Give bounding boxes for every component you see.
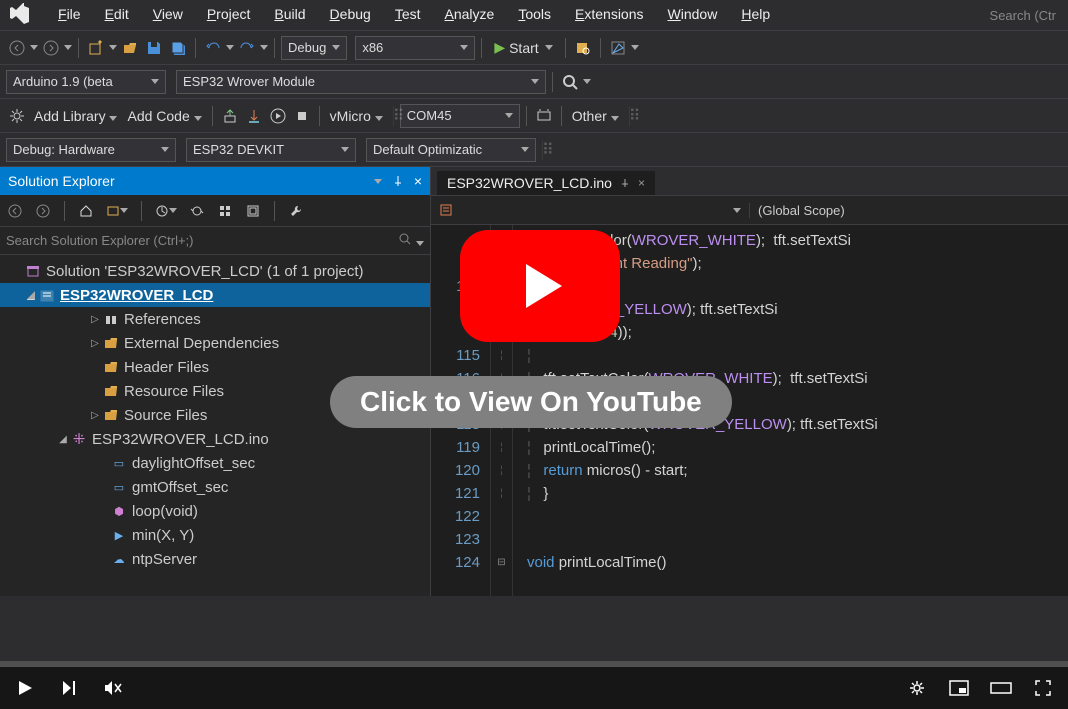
- wrench-icon[interactable]: [285, 199, 307, 223]
- close-icon[interactable]: ×: [638, 176, 645, 190]
- toolbar-arduino-board: Arduino 1.9 (beta ESP32 Wrover Module: [0, 64, 1068, 98]
- solution-search-input[interactable]: Search Solution Explorer (Ctrl+;): [0, 227, 430, 255]
- other-menu[interactable]: Other: [568, 108, 623, 124]
- toolbar-debug-opts: Debug: Hardware ESP32 DEVKIT Default Opt…: [0, 132, 1068, 166]
- menu-bar: FileEditViewProjectBuildDebugTestAnalyze…: [0, 0, 1068, 30]
- menu-edit[interactable]: Edit: [93, 2, 141, 26]
- pin-icon[interactable]: [392, 175, 404, 187]
- member-node[interactable]: ▶min(X, Y): [0, 523, 430, 547]
- next-icon[interactable]: [58, 677, 80, 699]
- toolbar-vmicro: Add Library Add Code vMicro ⠿ COM45 Othe…: [0, 98, 1068, 132]
- menu-extensions[interactable]: Extensions: [563, 2, 656, 26]
- toolbar-standard: Debug x86 ▶Start: [0, 30, 1068, 64]
- youtube-play-icon[interactable]: [460, 230, 620, 342]
- new-project-icon[interactable]: [85, 36, 107, 60]
- add-library-button[interactable]: Add Library: [30, 108, 121, 124]
- video-player-bar: [0, 661, 1068, 709]
- collapse-icon[interactable]: [242, 199, 264, 223]
- member-node[interactable]: ▭daylightOffset_sec: [0, 451, 430, 475]
- debug-start-icon[interactable]: [267, 104, 289, 128]
- menu-tools[interactable]: Tools: [506, 2, 563, 26]
- close-icon[interactable]: ×: [414, 173, 422, 189]
- open-icon[interactable]: [119, 36, 141, 60]
- start-debug-button[interactable]: ▶Start: [488, 39, 558, 56]
- member-node[interactable]: ☁ntpServer: [0, 547, 430, 571]
- scope-bar: (Global Scope): [431, 195, 1068, 225]
- redo-icon[interactable]: [236, 36, 258, 60]
- optimization-combo[interactable]: Default Optimizatic: [366, 138, 536, 162]
- platform-combo[interactable]: x86: [355, 36, 475, 60]
- nav-fwd-icon[interactable]: [40, 36, 62, 60]
- gear-icon[interactable]: [6, 104, 28, 128]
- menu-build[interactable]: Build: [262, 2, 317, 26]
- editor-tab[interactable]: ESP32WROVER_LCD.ino ×: [437, 171, 655, 195]
- menu-file[interactable]: File: [46, 2, 93, 26]
- fullscreen-icon[interactable]: [1032, 677, 1054, 699]
- menu-debug[interactable]: Debug: [318, 2, 383, 26]
- tree-node[interactable]: ▷External Dependencies: [0, 331, 430, 355]
- nav-back-icon[interactable]: [4, 199, 26, 223]
- sync-icon[interactable]: [186, 199, 208, 223]
- mute-icon[interactable]: [102, 677, 124, 699]
- file-scope-dropdown[interactable]: [431, 203, 749, 217]
- build-upload-icon[interactable]: [243, 104, 265, 128]
- board-module-combo[interactable]: ESP32 Wrover Module: [176, 70, 546, 94]
- panel-title[interactable]: Solution Explorer ×: [0, 167, 430, 195]
- youtube-cta-button[interactable]: Click to View On YouTube: [330, 376, 732, 428]
- arduino-ver-combo[interactable]: Arduino 1.9 (beta: [6, 70, 166, 94]
- miniplayer-icon[interactable]: [948, 677, 970, 699]
- nav-back-icon[interactable]: [6, 36, 28, 60]
- panel-menu-caret[interactable]: [374, 179, 382, 184]
- project-node[interactable]: ◢ESP32WROVER_LCD: [0, 283, 430, 307]
- devkit-combo[interactable]: ESP32 DEVKIT: [186, 138, 356, 162]
- config-combo[interactable]: Debug: [281, 36, 347, 60]
- home-icon[interactable]: [75, 199, 97, 223]
- solution-combo-icon[interactable]: [103, 199, 131, 223]
- solution-root[interactable]: Solution 'ESP32WROVER_LCD' (1 of 1 proje…: [0, 259, 430, 283]
- port-combo[interactable]: COM45: [400, 104, 520, 128]
- quick-search-input[interactable]: Search (Ctr: [984, 6, 1062, 25]
- theater-icon[interactable]: [990, 677, 1012, 699]
- find-in-files-icon[interactable]: [572, 36, 594, 60]
- ino-file-node[interactable]: ◢⁜ESP32WROVER_LCD.ino: [0, 427, 430, 451]
- menu-window[interactable]: Window: [656, 2, 730, 26]
- menu-view[interactable]: View: [141, 2, 195, 26]
- vs-logo-icon: [6, 2, 32, 28]
- tree-node[interactable]: ▷References: [0, 307, 430, 331]
- youtube-play-overlay[interactable]: [460, 230, 620, 342]
- menu-help[interactable]: Help: [729, 2, 782, 26]
- search-icon[interactable]: [559, 70, 581, 94]
- solution-toolbar: [0, 195, 430, 227]
- scope-dropdown[interactable]: (Global Scope): [749, 203, 1068, 218]
- member-node[interactable]: ▭gmtOffset_sec: [0, 475, 430, 499]
- settings-icon[interactable]: [906, 677, 928, 699]
- debug-hw-combo[interactable]: Debug: Hardware: [6, 138, 176, 162]
- browser-icon[interactable]: [607, 36, 629, 60]
- menu-project[interactable]: Project: [195, 2, 263, 26]
- pending-changes-icon[interactable]: [152, 199, 180, 223]
- save-icon[interactable]: [143, 36, 165, 60]
- add-code-button[interactable]: Add Code: [123, 108, 205, 124]
- menu-test[interactable]: Test: [383, 2, 433, 26]
- editor-tabs: ESP32WROVER_LCD.ino ×: [431, 167, 1068, 195]
- vmicro-menu[interactable]: vMicro: [326, 108, 387, 124]
- menu-analyze[interactable]: Analyze: [433, 2, 507, 26]
- stop-icon[interactable]: [291, 104, 313, 128]
- serial-monitor-icon[interactable]: [533, 104, 555, 128]
- show-all-icon[interactable]: [214, 199, 236, 223]
- member-node[interactable]: ⬢loop(void): [0, 499, 430, 523]
- play-icon[interactable]: [14, 677, 36, 699]
- upload-icon[interactable]: [219, 104, 241, 128]
- nav-fwd-icon[interactable]: [32, 199, 54, 223]
- save-all-icon[interactable]: [167, 36, 189, 60]
- undo-icon[interactable]: [202, 36, 224, 60]
- pin-icon[interactable]: [620, 178, 630, 188]
